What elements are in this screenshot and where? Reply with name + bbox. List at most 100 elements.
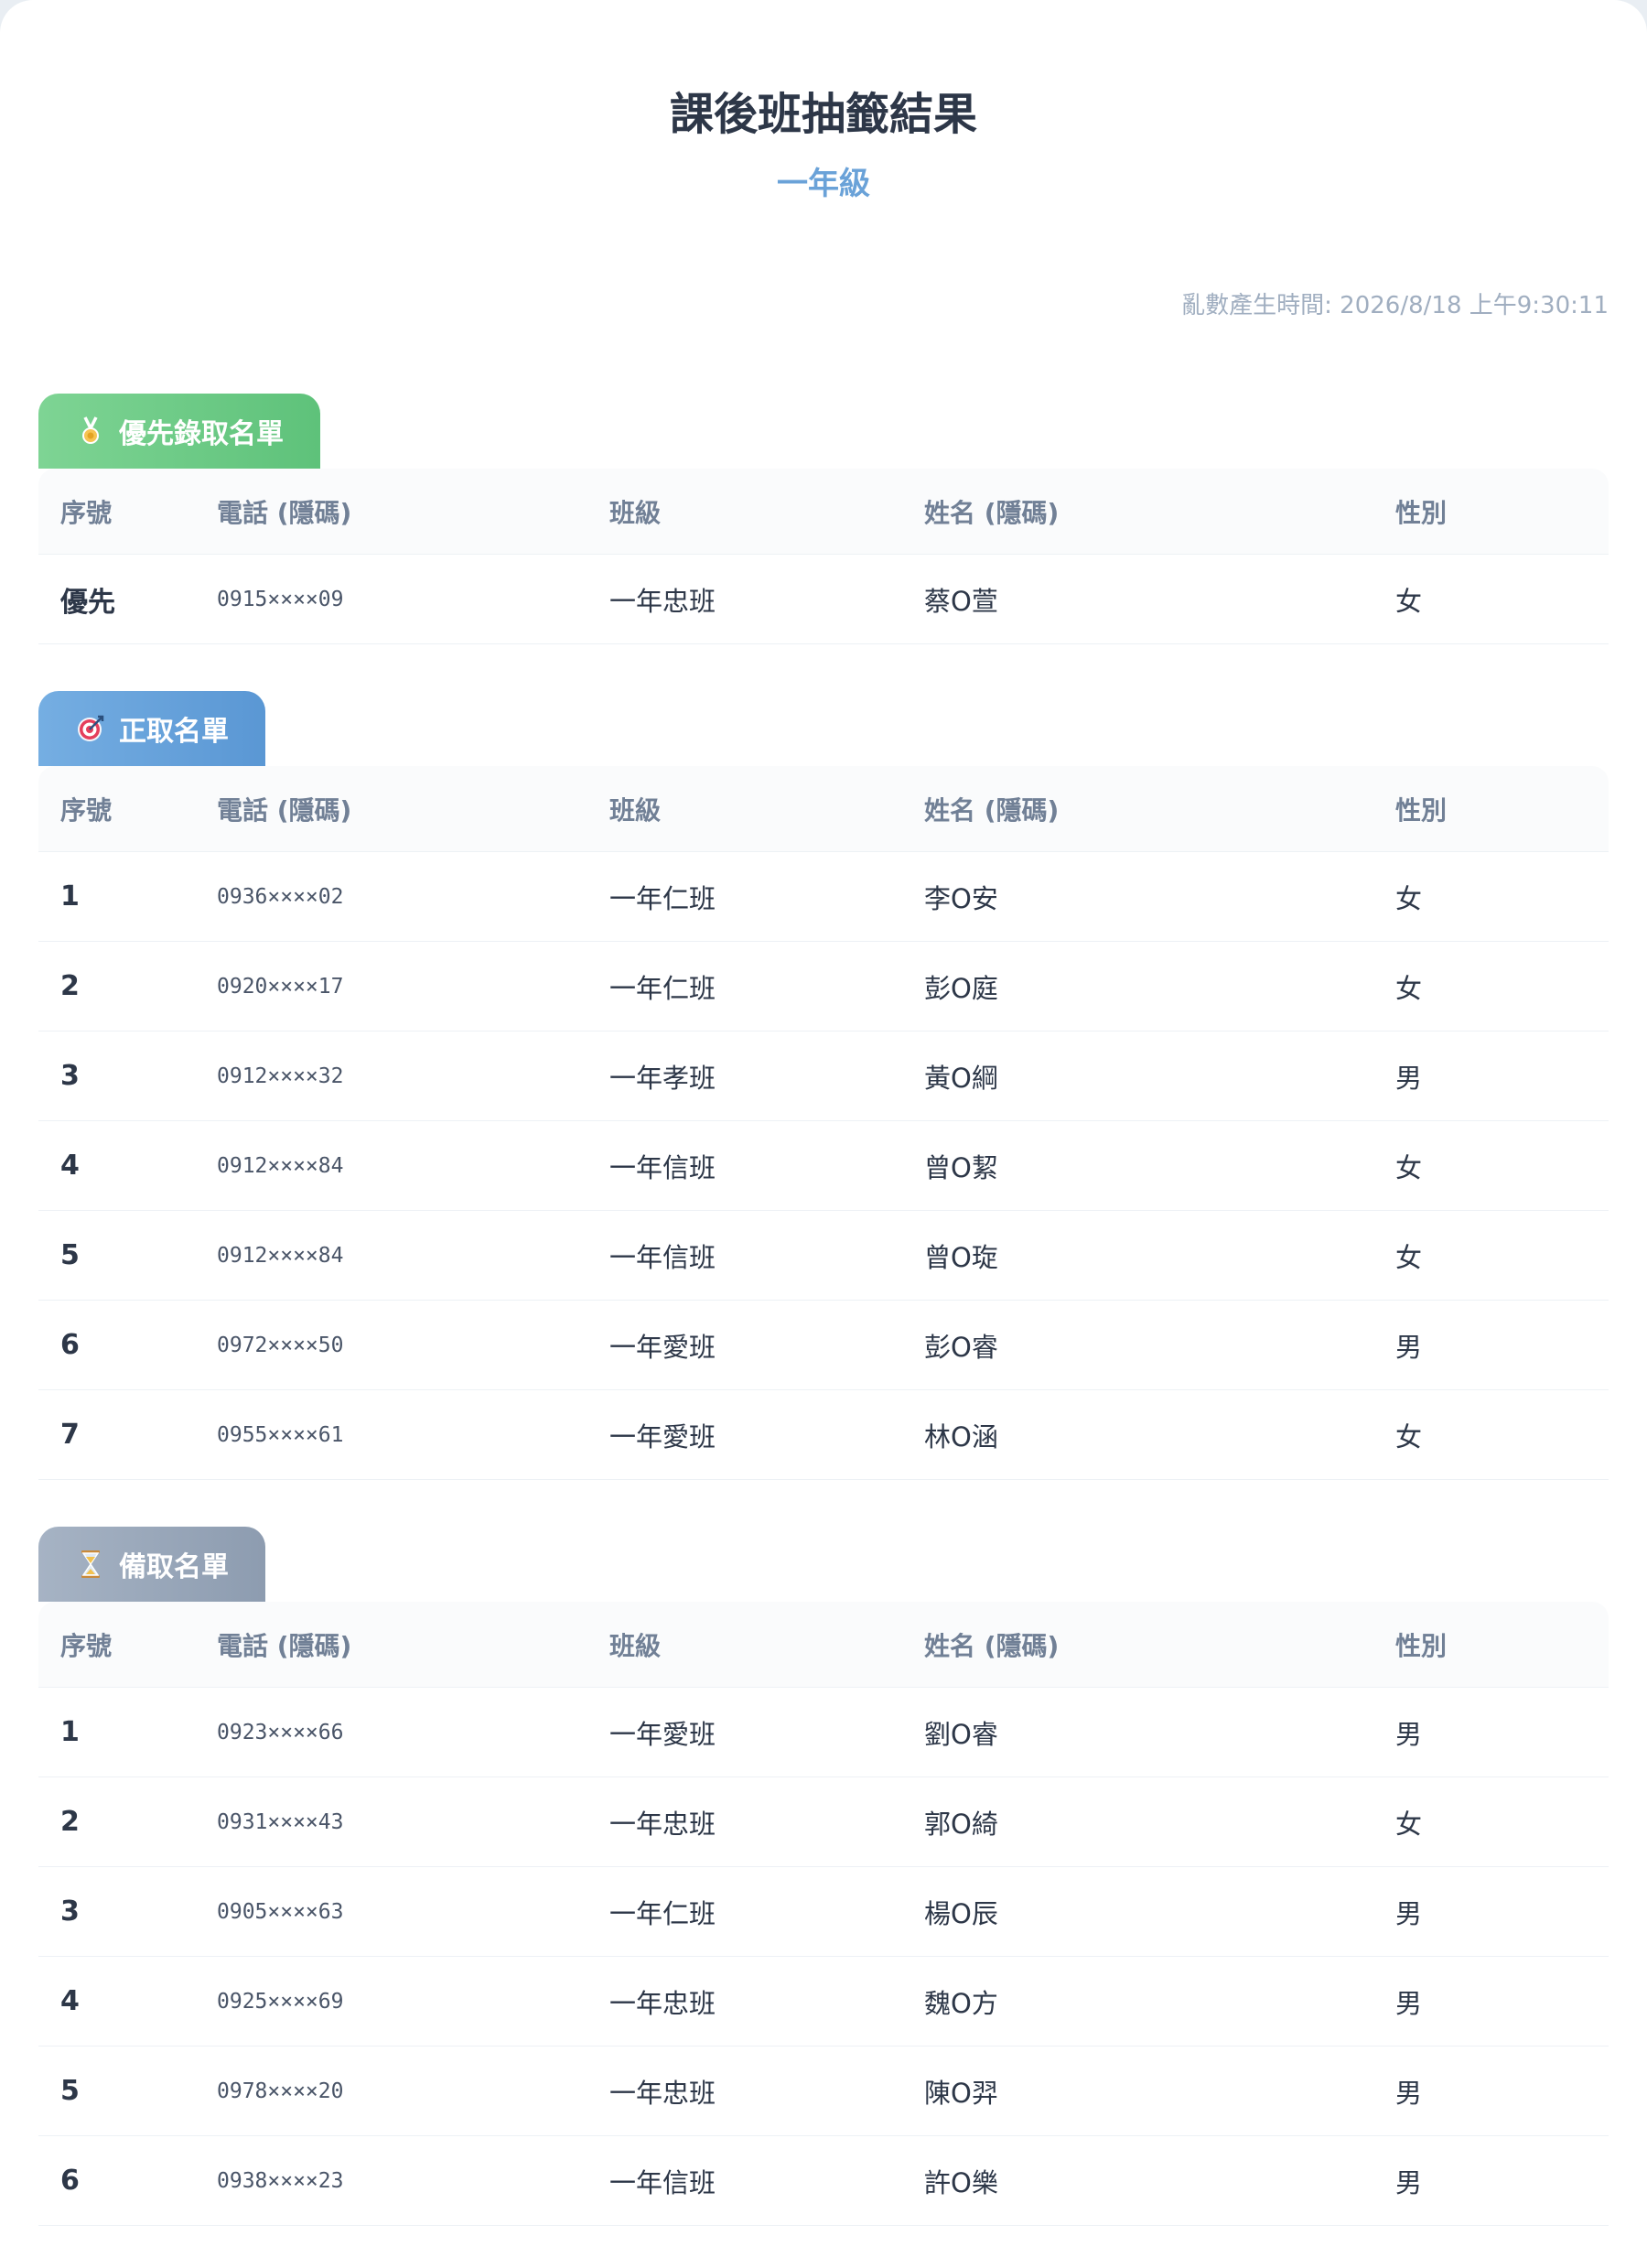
hourglass-icon <box>75 1549 106 1580</box>
cell-name: 許O樂 <box>924 2166 998 2198</box>
cell-name: 蔡O萱 <box>924 585 998 617</box>
column-header-phone: 電話 (隱碼) <box>217 1630 352 1661</box>
cell-class: 一年仁班 <box>609 1897 716 1929</box>
waitlist-tab-label: 備取名單 <box>119 1551 229 1583</box>
cell-name: 彭O睿 <box>924 1331 998 1363</box>
cell-phone: 0912××××32 <box>217 1064 344 1088</box>
column-header-class: 班級 <box>609 497 662 528</box>
cell-seq: 1 <box>60 880 80 913</box>
cell-class: 一年信班 <box>609 1241 716 1273</box>
admitted-tab-label: 正取名單 <box>119 716 229 748</box>
cell-seq: 2 <box>60 1806 80 1838</box>
table-row: 4 0925××××69 一年忠班 魏O方 男 <box>38 1957 1609 2047</box>
cell-class: 一年愛班 <box>609 1420 716 1453</box>
column-header-gender: 性別 <box>1395 497 1448 528</box>
table-row: 1 0936××××02 一年仁班 李O安 女 <box>38 852 1609 942</box>
cell-class: 一年忠班 <box>609 2077 716 2109</box>
table-row: 3 0912××××32 一年孝班 黃O綱 男 <box>38 1031 1609 1121</box>
cell-name: 曾O絜 <box>924 1151 998 1183</box>
cell-name: 陳O羿 <box>924 2077 998 2109</box>
column-header-phone: 電話 (隱碼) <box>217 497 352 528</box>
results-card: 課後班抽籤結果 一年級 亂數產生時間: 2026/8/18 上午9:30:11 … <box>0 0 1647 2268</box>
cell-name: 劉O睿 <box>924 1718 998 1750</box>
table-header-row: 序號 電話 (隱碼) 班級 姓名 (隱碼) 性別 <box>38 1602 1609 1688</box>
cell-gender: 女 <box>1395 1151 1423 1183</box>
cell-gender: 女 <box>1395 585 1423 617</box>
priority-tab: 優先錄取名單 <box>38 394 320 469</box>
cell-seq: 2 <box>60 970 80 1002</box>
cell-name: 曾O琁 <box>924 1241 998 1273</box>
table-row: 2 0920××××17 一年仁班 彭O庭 女 <box>38 942 1609 1031</box>
target-icon <box>75 713 106 744</box>
column-header-seq: 序號 <box>60 1630 113 1661</box>
cell-seq: 1 <box>60 1716 80 1748</box>
cell-name: 林O涵 <box>924 1420 998 1453</box>
table-row: 5 0978××××20 一年忠班 陳O羿 男 <box>38 2047 1609 2136</box>
priority-tab-label: 優先錄取名單 <box>119 418 284 450</box>
priority-table: 序號 電話 (隱碼) 班級 姓名 (隱碼) 性別 優先 0915××××09 一年忠班 蔡O萱 女 <box>38 469 1609 644</box>
cell-gender: 女 <box>1395 882 1423 914</box>
table-row: 優先 0915××××09 一年忠班 蔡O萱 女 <box>38 555 1609 644</box>
cell-phone: 0931××××43 <box>217 1809 344 1834</box>
admitted-tab: 正取名單 <box>38 691 265 766</box>
table-header-row: 序號 電話 (隱碼) 班級 姓名 (隱碼) 性別 <box>38 766 1609 852</box>
cell-class: 一年忠班 <box>609 1987 716 2019</box>
cell-phone: 0972××××50 <box>217 1333 344 1357</box>
medal-icon <box>75 416 106 447</box>
cell-gender: 男 <box>1395 2166 1423 2198</box>
cell-phone: 0925××××69 <box>217 1989 344 2014</box>
cell-phone: 0912××××84 <box>217 1153 344 1178</box>
cell-gender: 男 <box>1395 1987 1423 2019</box>
cell-seq: 4 <box>60 1150 80 1182</box>
cell-seq: 6 <box>60 2165 80 2197</box>
cell-phone: 0955××××61 <box>217 1422 344 1447</box>
cell-seq: 5 <box>60 1239 80 1271</box>
cell-gender: 男 <box>1395 1718 1423 1750</box>
cell-gender: 女 <box>1395 972 1423 1004</box>
cell-class: 一年仁班 <box>609 882 716 914</box>
cell-class: 一年孝班 <box>609 1062 716 1094</box>
cell-gender: 女 <box>1395 1808 1423 1840</box>
table-row: 7 0955××××61 一年愛班 林O涵 女 <box>38 1390 1609 1480</box>
cell-phone: 0915××××09 <box>217 587 344 611</box>
cell-class: 一年仁班 <box>609 972 716 1004</box>
cell-gender: 男 <box>1395 1897 1423 1929</box>
cell-class: 一年信班 <box>609 1151 716 1183</box>
cell-gender: 男 <box>1395 1062 1423 1094</box>
column-header-name: 姓名 (隱碼) <box>924 1630 1060 1661</box>
cell-phone: 0978××××20 <box>217 2079 344 2103</box>
column-header-class: 班級 <box>609 1630 662 1661</box>
cell-seq: 5 <box>60 2075 80 2107</box>
cell-seq: 3 <box>60 1895 80 1928</box>
cell-name: 郭O綺 <box>924 1808 998 1840</box>
cell-seq: 4 <box>60 1985 80 2017</box>
column-header-seq: 序號 <box>60 794 113 826</box>
table-row: 5 0912××××84 一年信班 曾O琁 女 <box>38 1211 1609 1301</box>
cell-seq: 6 <box>60 1329 80 1361</box>
random-timestamp: 亂數產生時間: 2026/8/18 上午9:30:11 <box>1181 292 1609 319</box>
cell-name: 楊O辰 <box>924 1897 998 1929</box>
cell-gender: 女 <box>1395 1241 1423 1273</box>
cell-seq: 優先 <box>60 586 115 619</box>
column-header-name: 姓名 (隱碼) <box>924 794 1060 826</box>
column-header-seq: 序號 <box>60 497 113 528</box>
cell-class: 一年忠班 <box>609 585 716 617</box>
cell-phone: 0938××××23 <box>217 2168 344 2193</box>
cell-class: 一年忠班 <box>609 1808 716 1840</box>
cell-gender: 女 <box>1395 1420 1423 1453</box>
cell-name: 魏O方 <box>924 1987 998 2019</box>
table-row: 6 0972××××50 一年愛班 彭O睿 男 <box>38 1301 1609 1390</box>
cell-name: 彭O庭 <box>924 972 998 1004</box>
table-header-row: 序號 電話 (隱碼) 班級 姓名 (隱碼) 性別 <box>38 469 1609 555</box>
cell-seq: 7 <box>60 1419 80 1451</box>
cell-phone: 0905××××63 <box>217 1899 344 1924</box>
column-header-gender: 性別 <box>1395 1630 1448 1661</box>
cell-gender: 男 <box>1395 1331 1423 1363</box>
cell-class: 一年愛班 <box>609 1718 716 1750</box>
cell-phone: 0923××××66 <box>217 1720 344 1744</box>
table-row: 4 0912××××84 一年信班 曾O絜 女 <box>38 1121 1609 1211</box>
cell-phone: 0920××××17 <box>217 974 344 999</box>
column-header-phone: 電話 (隱碼) <box>217 794 352 826</box>
cell-class: 一年愛班 <box>609 1331 716 1363</box>
column-header-gender: 性別 <box>1395 794 1448 826</box>
